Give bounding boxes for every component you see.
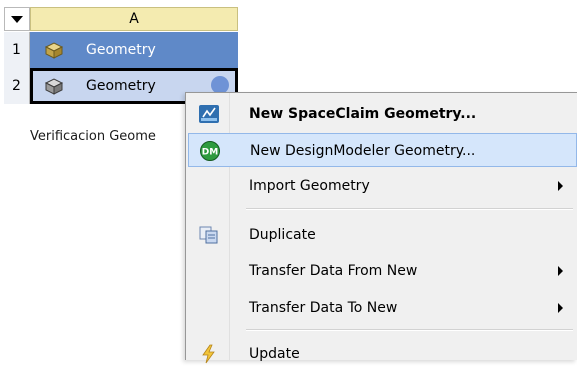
row-cell[interactable]: Geometry [30, 32, 238, 68]
menu-item-label: Duplicate [249, 227, 316, 243]
row-label: Geometry [86, 42, 156, 58]
menu-item-label: New DesignModeler Geometry... [250, 143, 476, 159]
duplicate-icon [199, 226, 218, 244]
row-number: 2 [4, 68, 30, 104]
menu-item-transfer-to-new[interactable]: Transfer Data To New [188, 291, 577, 325]
column-header: A [30, 7, 238, 31]
submenu-arrow-icon [558, 303, 563, 313]
system-name-label[interactable]: Verificacion Geome [30, 129, 156, 144]
menu-item-import-geometry[interactable]: Import Geometry [188, 169, 577, 203]
menu-item-update[interactable]: Update [188, 337, 577, 371]
submenu-arrow-icon [558, 266, 563, 276]
row-label: Geometry [86, 78, 156, 94]
collapse-triangle-icon [11, 16, 23, 23]
spaceclaim-icon [199, 105, 219, 123]
geometry-system-icon [44, 42, 64, 59]
row-number: 1 [4, 32, 30, 68]
geometry-cell-icon [44, 78, 64, 95]
collapse-toggle[interactable] [4, 7, 30, 31]
menu-separator-highlight [246, 209, 573, 210]
designmodeler-icon: DM [200, 141, 220, 161]
menu-item-new-designmodeler[interactable]: DM New DesignModeler Geometry... [188, 133, 577, 167]
menu-item-label: Update [249, 346, 300, 362]
menu-item-new-spaceclaim[interactable]: New SpaceClaim Geometry... [188, 97, 577, 131]
system-row-geometry[interactable]: 1 Geometry [4, 32, 238, 68]
submenu-arrow-icon [558, 181, 563, 191]
menu-separator-highlight [246, 330, 573, 331]
designmodeler-icon-text: DM [202, 148, 218, 158]
update-icon [202, 344, 215, 364]
menu-item-label: Transfer Data To New [249, 300, 398, 316]
system-header: A [4, 7, 238, 32]
menu-item-label: Transfer Data From New [249, 263, 418, 279]
menu-item-label: New SpaceClaim Geometry... [249, 106, 477, 122]
menu-item-duplicate[interactable]: Duplicate [188, 218, 577, 252]
menu-item-label: Import Geometry [249, 178, 370, 194]
context-menu: New SpaceClaim Geometry... DM New Design… [185, 92, 577, 364]
menu-item-transfer-from-new[interactable]: Transfer Data From New [188, 254, 577, 288]
